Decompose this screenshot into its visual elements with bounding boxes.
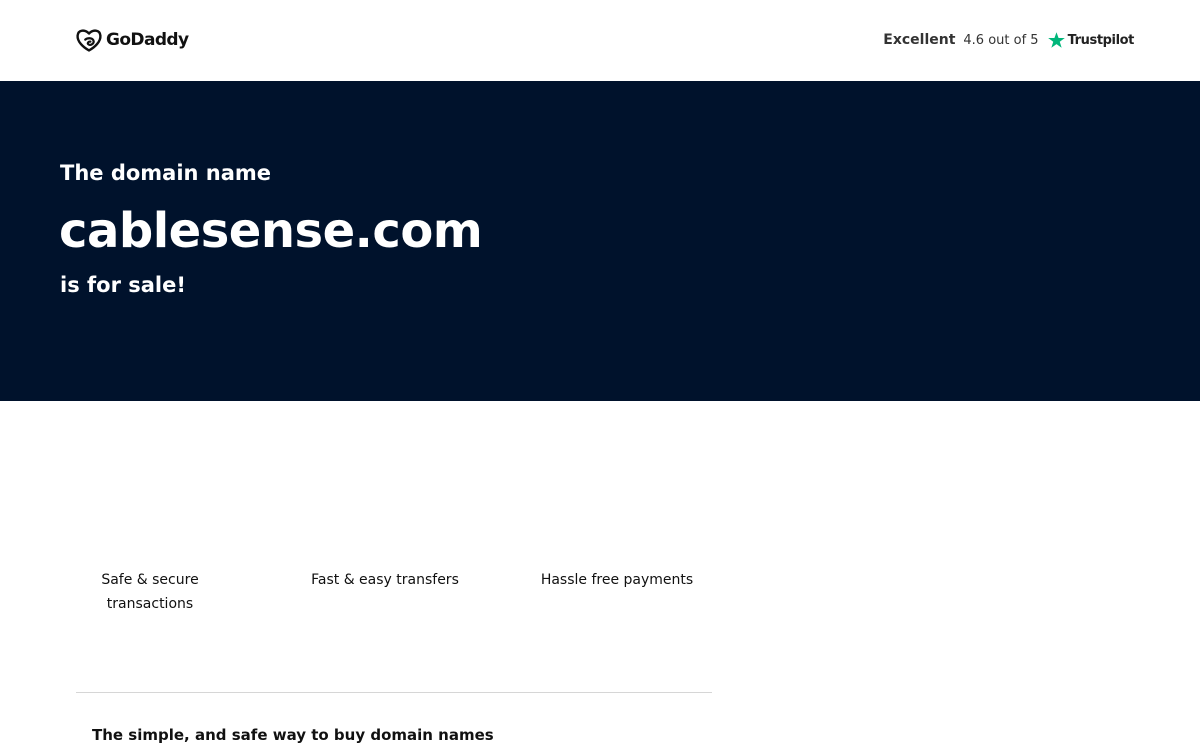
godaddy-logo-icon: [76, 29, 102, 52]
trustpilot-name: Trustpilot: [1067, 32, 1135, 48]
site-header: GoDaddy Excellent 4.6 out of 5 Trustpilo…: [0, 0, 1200, 81]
logo-text: GoDaddy: [106, 30, 189, 50]
hero-pre-text: The domain name: [60, 161, 272, 185]
hero-banner: The domain name cablesense.com is for sa…: [0, 81, 1200, 401]
feature-safe-secure: Safe & secure transactions: [101, 572, 199, 612]
rating-label: Excellent: [883, 32, 956, 48]
section-title: The simple, and safe way to buy domain n…: [92, 726, 494, 744]
trustpilot-star-icon: [1047, 31, 1065, 48]
feature-hassle-free: Hassle free payments: [540, 572, 694, 588]
rating-score: 4.6 out of 5: [963, 32, 1039, 48]
godaddy-logo[interactable]: GoDaddy: [76, 27, 189, 53]
domain-name-heading: cablesense.com: [59, 203, 483, 259]
hero-post-text: is for sale!: [60, 273, 186, 297]
feature-fast-transfers: Fast & easy transfers: [311, 572, 459, 588]
section-divider: [76, 692, 712, 693]
trustpilot-rating[interactable]: Excellent 4.6 out of 5 Trustpilot: [883, 28, 1134, 52]
